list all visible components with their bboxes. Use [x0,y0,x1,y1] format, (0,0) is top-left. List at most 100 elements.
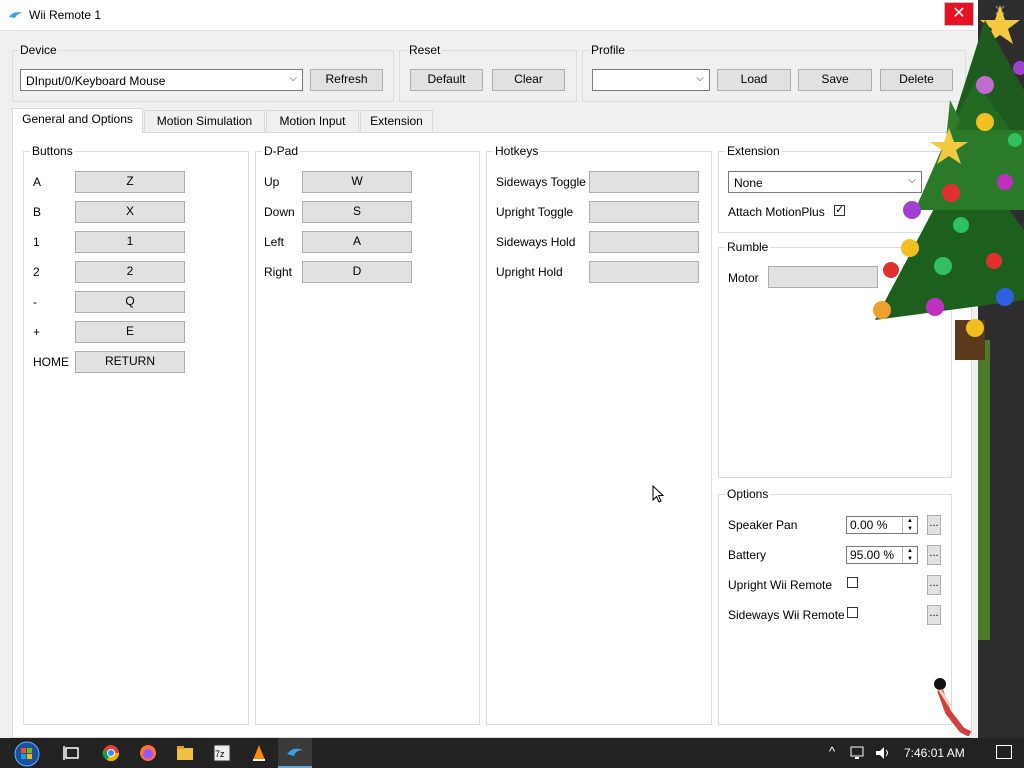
tab-panel: Buttons A Z B X 1 1 2 2 - Q + E HOME RET… [12,132,972,738]
reset-group-label: Reset [407,43,443,57]
dolphin-icon [287,748,303,756]
button-mapping-1[interactable]: 1 [75,231,185,253]
button-mapping-home[interactable]: RETURN [75,351,185,373]
sideways-more-button[interactable]: ... [927,605,941,625]
tab-extension[interactable]: Extension [360,110,433,132]
hotkey-label-upright-toggle: Upright Toggle [496,205,574,219]
motor-label: Motor [728,271,759,285]
button-label-b: B [33,205,42,219]
button-label-a: A [33,175,42,189]
chevron-down-icon: ⌵ [696,73,704,84]
button-mapping-2[interactable]: 2 [75,261,185,283]
tab-motion-simulation[interactable]: Motion Simulation [144,110,265,132]
button-label-2: 2 [33,265,40,279]
chevron-down-icon: ⌵ [289,73,297,84]
refresh-button[interactable]: Refresh [310,69,383,91]
speaker-pan-spinbox[interactable]: 0.00 % ▲ ▼ [846,516,918,534]
extension-group-label: Extension [725,144,782,158]
button-mapping-plus[interactable]: E [75,321,185,343]
attach-motionplus-label: Attach MotionPlus [728,205,825,219]
battery-label: Battery [728,548,767,562]
start-button-icon[interactable] [14,741,40,767]
christmas-tree-decoration [873,5,1024,360]
hotkey-mapping-sideways-toggle[interactable] [589,171,699,193]
rumble-group-label: Rumble [725,240,771,254]
firefox-icon[interactable] [139,744,157,762]
sideways-wii-remote-label: Sideways Wii Remote [728,608,845,622]
chrome-icon[interactable] [102,744,120,762]
seven-zip-icon[interactable]: 7z [213,744,231,762]
background-game-window [978,340,990,640]
mouse-cursor-icon [652,485,664,503]
spin-arrows-icon[interactable]: ▲ ▼ [902,517,917,533]
options-group-label: Options [725,487,771,501]
buttons-group: Buttons A Z B X 1 1 2 2 - Q + E HOME RET… [23,144,249,725]
hotkey-mapping-upright-hold[interactable] [589,261,699,283]
upright-more-button[interactable]: ... [927,575,941,595]
battery-more-button[interactable]: ... [927,545,941,565]
default-button[interactable]: Default [410,69,483,91]
device-select-value: DInput/0/Keyboard Mouse [26,74,166,88]
tab-motion-input[interactable]: Motion Input [266,110,359,132]
clock[interactable]: 7:46:01 AM [904,746,965,760]
buttons-group-label: Buttons [30,144,75,158]
battery-value: 95.00 % [850,548,895,562]
hotkeys-group-label: Hotkeys [493,144,541,158]
dolphin-app-icon [9,12,23,18]
attach-motionplus-checkbox[interactable] [834,203,845,216]
window-title: Wii Remote 1 [29,8,102,22]
hotkeys-group: Hotkeys Sideways Toggle Upright Toggle S… [486,144,712,725]
extension-select-value: None [734,176,763,190]
profile-select[interactable]: ⌵ [592,69,710,91]
hotkey-label-upright-hold: Upright Hold [496,265,563,279]
button-mapping-a[interactable]: Z [75,171,185,193]
speaker-pan-more-button[interactable]: ... [927,515,941,535]
hotkey-label-sideways-toggle: Sideways Toggle [496,175,586,189]
svg-text:7z: 7z [215,749,225,759]
hotkey-mapping-upright-toggle[interactable] [589,201,699,223]
hotkey-mapping-sideways-hold[interactable] [589,231,699,253]
taskbar: 7z ^ 7:46:01 AM [0,738,1024,768]
dolphin-taskbar-item-active[interactable] [278,738,312,768]
tab-general-and-options[interactable]: General and Options [12,108,143,133]
dpad-label-left: Left [264,235,285,249]
upright-wii-remote-checkbox[interactable] [847,577,858,588]
desktop-pet-decoration [934,678,972,736]
task-view-icon[interactable] [63,744,81,762]
button-label-plus: + [33,325,41,339]
spin-arrows-icon[interactable]: ▲ ▼ [902,547,917,563]
button-label-home: HOME [33,355,69,369]
file-explorer-icon[interactable] [176,744,194,762]
title-bar[interactable]: Wii Remote 1 ✕ [0,0,978,31]
speaker-pan-label: Speaker Pan [728,518,798,532]
speaker-pan-value: 0.00 % [850,518,888,532]
clear-button[interactable]: Clear [492,69,565,91]
dpad-mapping-down[interactable]: S [302,201,412,223]
wii-remote-window: Wii Remote 1 ✕ Device DInput/0/Keyboard … [0,0,978,738]
upright-wii-remote-label: Upright Wii Remote [728,578,833,592]
dpad-group-label: D-Pad [262,144,301,158]
hotkey-label-sideways-hold: Sideways Hold [496,235,576,249]
button-mapping-b[interactable]: X [75,201,185,223]
options-group: Options Speaker Pan 0.00 % ▲ ▼ ... Batter… [718,487,952,725]
device-group-label: Device [18,43,59,57]
device-select[interactable]: DInput/0/Keyboard Mouse ⌵ [20,69,303,91]
sideways-wii-remote-checkbox[interactable] [847,607,858,618]
button-label-minus: - [33,295,37,309]
network-icon[interactable] [850,745,868,761]
profile-group-label: Profile [589,43,628,57]
battery-spinbox[interactable]: 95.00 % ▲ ▼ [846,546,918,564]
dpad-label-down: Down [264,205,295,219]
dpad-mapping-up[interactable]: W [302,171,412,193]
dpad-label-right: Right [264,265,293,279]
dpad-mapping-left[interactable]: A [302,231,412,253]
load-button[interactable]: Load [717,69,791,91]
dpad-label-up: Up [264,175,280,189]
button-mapping-minus[interactable]: Q [75,291,185,313]
action-center-icon[interactable] [996,745,1012,759]
volume-icon[interactable] [874,745,892,761]
show-hidden-icons-chevron-icon[interactable]: ^ [829,744,835,759]
vlc-icon[interactable] [250,744,268,762]
dpad-mapping-right[interactable]: D [302,261,412,283]
dpad-group: D-Pad Up W Down S Left A Right D [255,144,480,725]
